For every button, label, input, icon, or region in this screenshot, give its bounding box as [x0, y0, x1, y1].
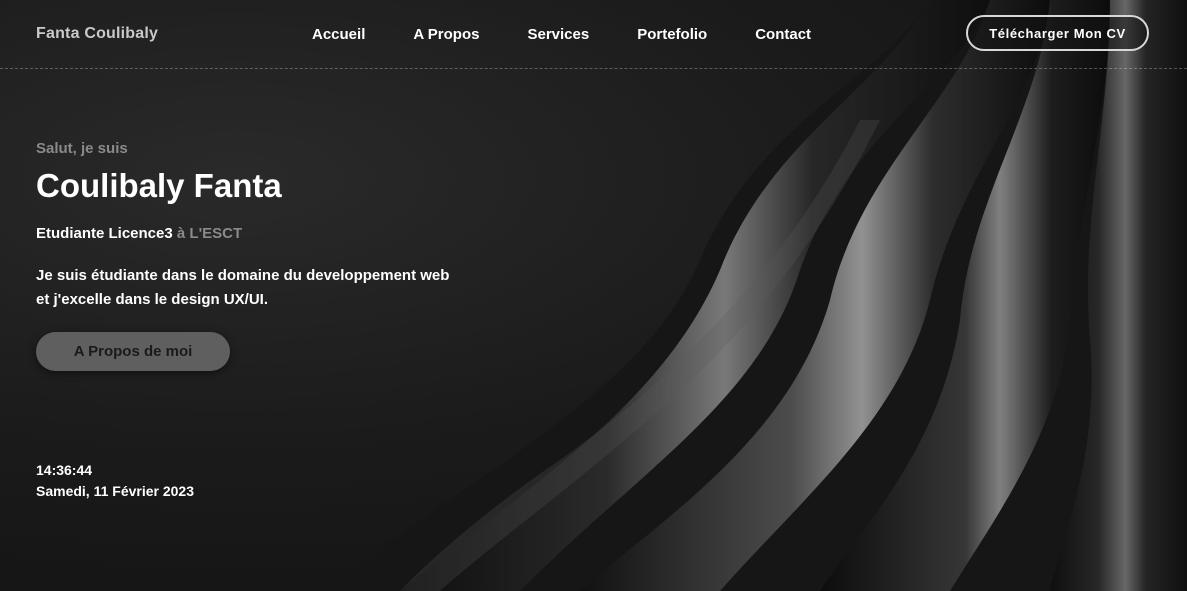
main-nav: Accueil A Propos Services Portefolio Con…: [312, 26, 859, 43]
page: Fanta Coulibaly Accueil A Propos Service…: [0, 0, 1187, 591]
clock-time: 14:36:44: [36, 462, 93, 478]
hero-name: Coulibaly Fanta: [36, 167, 282, 204]
hero-section: Salut, je suis Coulibaly Fanta Etudiante…: [36, 140, 496, 371]
hero-description-line-2: et j'excelle dans le design UX/UI.: [36, 291, 268, 308]
hero-greeting: Salut, je suis: [36, 140, 128, 157]
header: Fanta Coulibaly Accueil A Propos Service…: [0, 0, 1187, 69]
hero-description: Je suis étudiante dans le domaine du dev…: [36, 264, 496, 312]
clock-widget: 14:36:44 Samedi, 11 Février 2023: [36, 460, 194, 502]
hero-subtitle-muted: à L'ESCT: [176, 225, 243, 242]
hero-description-line-1: Je suis étudiante dans le domaine du dev…: [36, 267, 450, 284]
about-me-button[interactable]: A Propos de moi: [36, 332, 230, 371]
nav-link-accueil[interactable]: Accueil: [312, 26, 365, 43]
download-cv-button[interactable]: Télécharger Mon CV: [966, 15, 1149, 51]
clock-date: Samedi, 11 Février 2023: [36, 483, 194, 499]
nav-link-contact[interactable]: Contact: [755, 26, 811, 43]
nav-link-a-propos[interactable]: A Propos: [413, 26, 479, 43]
site-logo[interactable]: Fanta Coulibaly: [36, 25, 158, 43]
hero-subtitle-strong: Etudiante Licence3: [36, 225, 173, 242]
nav-link-services[interactable]: Services: [527, 26, 589, 43]
nav-link-portefolio[interactable]: Portefolio: [637, 26, 707, 43]
hero-subtitle: Etudiante Licence3 à L'ESCT: [36, 225, 496, 242]
